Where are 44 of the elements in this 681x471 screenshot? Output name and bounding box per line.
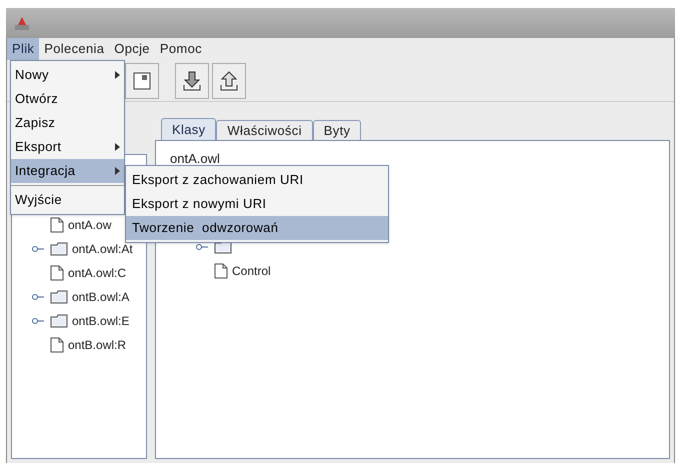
tab[interactable]: Byty xyxy=(312,120,362,140)
expand-handle-icon[interactable] xyxy=(32,293,44,301)
submenu-arrow-icon xyxy=(115,143,120,151)
tree-item[interactable]: ontB.owl:R xyxy=(68,336,126,354)
tree-item[interactable]: ontB.owl:A xyxy=(72,288,130,306)
folder-icon xyxy=(50,314,68,328)
folder-icon xyxy=(50,242,68,256)
tree-item[interactable]: ontA.owl:C xyxy=(68,264,126,282)
tree-item[interactable]: ontB.owl:E xyxy=(72,312,130,330)
menu-item[interactable]: Eksport z nowymi URI xyxy=(126,192,388,216)
menu-item[interactable]: Eksport z zachowaniem URI xyxy=(126,168,388,192)
menu-item[interactable]: Nowy xyxy=(11,63,124,87)
export-tool-button[interactable] xyxy=(212,62,246,98)
tree-root[interactable]: ontA.owl xyxy=(170,149,669,169)
menu-item[interactable]: Plik xyxy=(7,38,40,60)
tab[interactable]: Właściwości xyxy=(216,120,313,140)
menu-item[interactable]: Integracja xyxy=(11,159,124,183)
import-tool-button[interactable] xyxy=(175,62,209,98)
menu-item[interactable]: Eksport xyxy=(11,135,124,159)
menu-item[interactable]: Pomoc xyxy=(154,38,207,60)
menu-item[interactable]: Opcje xyxy=(109,38,155,60)
tree-item[interactable]: ontA.owl:At xyxy=(72,240,133,258)
menu-item[interactable]: Wyjście xyxy=(11,188,124,212)
menu-item[interactable]: Tworzenie odwzorowań xyxy=(126,216,388,240)
tree-item[interactable]: ontA.ow xyxy=(68,216,112,234)
document-icon xyxy=(50,217,64,233)
document-icon xyxy=(50,337,64,353)
folder-icon xyxy=(50,290,68,304)
document-icon xyxy=(50,265,64,281)
expand-handle-icon[interactable] xyxy=(32,317,44,325)
tree-item[interactable]: Control xyxy=(232,262,271,280)
menu-item[interactable]: Polecenia xyxy=(39,38,110,60)
app-icon xyxy=(14,15,30,31)
menu-item[interactable]: Otwórz xyxy=(11,87,124,111)
expand-handle-icon[interactable] xyxy=(32,245,44,253)
menu-item[interactable]: Zapisz xyxy=(11,111,124,135)
down-arrow-icon xyxy=(183,70,201,90)
submenu-arrow-icon xyxy=(115,167,120,175)
expand-handle-icon[interactable] xyxy=(196,243,208,251)
save-tool-button[interactable] xyxy=(125,62,159,98)
submenu-arrow-icon xyxy=(115,71,120,79)
document-icon xyxy=(214,263,228,279)
tab[interactable]: Klasy xyxy=(161,118,216,140)
up-arrow-icon xyxy=(220,70,238,90)
